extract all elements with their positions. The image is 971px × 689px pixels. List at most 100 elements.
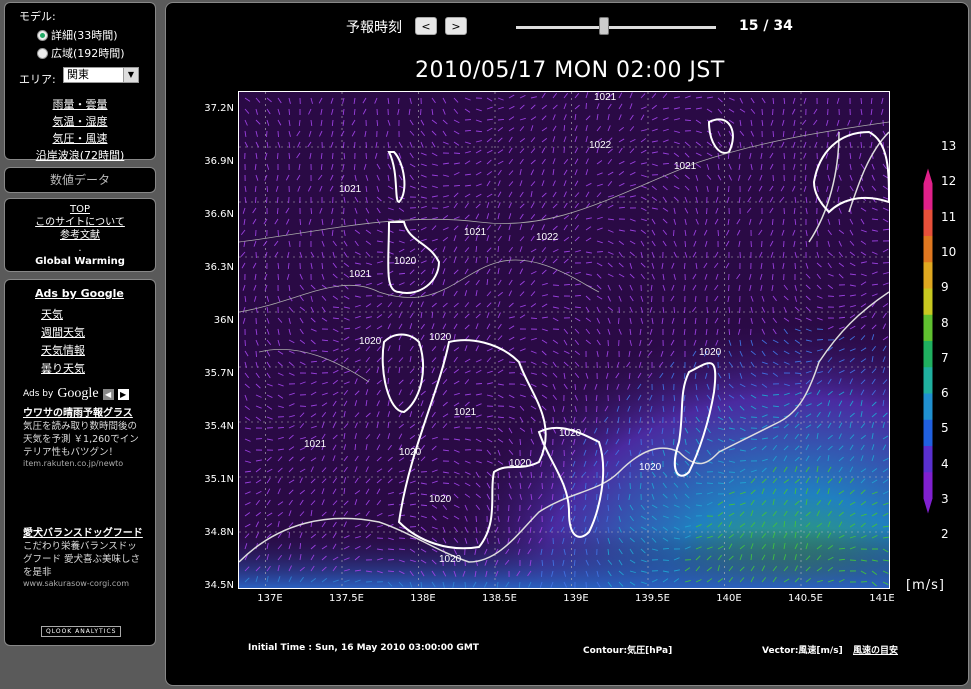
prev-arrow-icon[interactable]: ◀ xyxy=(102,388,114,400)
area-select-value: 関東 xyxy=(67,68,89,81)
colorbar-segment xyxy=(923,262,933,289)
x-tick-label: 137.5E xyxy=(329,593,364,604)
vector-legend: Vector:風速[m/s] xyxy=(762,646,843,656)
contour-label: 1022 xyxy=(536,232,559,243)
next-button[interactable]: > xyxy=(445,17,467,35)
next-arrow-icon[interactable]: ▶ xyxy=(117,388,129,400)
y-tick-label: 34.5N xyxy=(204,580,234,591)
ad-glass[interactable]: ウワサの晴雨予報グラス 気圧を読み取り数時間後の天気を予測 ￥1,260でインテ… xyxy=(23,408,143,468)
colorbar-segment xyxy=(923,446,933,473)
contour-label: 1021 xyxy=(674,161,697,172)
model-option-wide[interactable]: 広域(192時間) xyxy=(37,45,125,61)
colorbar-segment xyxy=(923,419,933,447)
colorbar-label: 11 xyxy=(941,209,957,224)
colorbar-label: 3 xyxy=(941,492,949,506)
x-tick-label: 139.5E xyxy=(635,593,670,604)
contour-label: 1021 xyxy=(464,227,487,238)
colorbar xyxy=(923,168,933,514)
x-tick-label: 139E xyxy=(563,593,589,604)
x-tick-label: 140.5E xyxy=(788,593,823,604)
time-slider[interactable] xyxy=(516,26,716,29)
ad-body: 気圧を読み取り数時間後の天気を予測 ￥1,260でインテリア性もバツグン！ xyxy=(23,421,139,458)
link-references[interactable]: 参考文献 xyxy=(60,230,100,241)
ad-headline[interactable]: ウワサの晴雨予報グラス xyxy=(23,408,143,420)
contour-label: 1020 xyxy=(429,332,452,343)
ad-link-weather[interactable]: 天気 xyxy=(41,306,63,322)
model-option-label: 広域(192時間) xyxy=(51,47,125,60)
ad-link-weekly[interactable]: 週間天気 xyxy=(41,324,85,340)
menu-link-waves[interactable]: 沿岸波浪(72時間) xyxy=(36,149,125,162)
ad-link-cloudy[interactable]: 曇り天気 xyxy=(41,360,85,376)
contour-label: 1020 xyxy=(394,256,417,267)
contour-label: 1020 xyxy=(509,458,532,469)
y-tick-label: 35.1N xyxy=(204,474,234,485)
colorbar-segment xyxy=(923,183,933,211)
contour-legend: Contour:気圧[hPa] xyxy=(583,646,673,656)
y-tick-label: 37.2N xyxy=(204,103,234,114)
wind-guide-link[interactable]: 風速の目安 xyxy=(853,643,898,656)
forecast-time-label: 予報時刻 xyxy=(346,20,402,36)
contour-label: 1020 xyxy=(639,462,662,473)
frame-counter: 15 / 34 xyxy=(739,18,793,34)
chevron-down-icon[interactable]: ▼ xyxy=(123,68,138,82)
x-tick-label: 141E xyxy=(869,593,895,604)
forecast-panel: 予報時刻 < > 15 / 34 2010/05/17 MON 02:00 JS… xyxy=(165,2,969,686)
y-tick-label: 36.9N xyxy=(204,156,234,167)
ads-title[interactable]: Ads by Google xyxy=(35,287,124,300)
colorbar-label: 2 xyxy=(941,527,949,542)
google-logo: Google xyxy=(57,386,99,401)
contour-label: 1020 xyxy=(439,554,462,565)
contour-label: 1020 xyxy=(399,447,422,458)
area-select[interactable]: 関東 ▼ xyxy=(63,67,139,83)
ad-link-info[interactable]: 天気情報 xyxy=(41,342,85,358)
colorbar-label: 7 xyxy=(941,350,949,365)
prev-button[interactable]: < xyxy=(415,17,437,35)
menu-link-rain[interactable]: 雨量・雲量 xyxy=(53,98,108,111)
numeric-data-panel[interactable]: 数値データ xyxy=(4,167,156,193)
link-about[interactable]: このサイトについて xyxy=(35,217,125,228)
contour-label: 1021 xyxy=(339,184,362,195)
ad-headline[interactable]: 愛犬バランスドッグフード xyxy=(23,528,143,540)
menu-link-temp[interactable]: 気温・湿度 xyxy=(53,115,108,128)
y-tick-label: 36.6N xyxy=(204,209,234,220)
ad-url[interactable]: item.rakuten.co.jp/newto xyxy=(23,459,143,468)
y-tick-label: 35.4N xyxy=(204,421,234,432)
link-global-warming[interactable]: Global Warming xyxy=(35,256,125,267)
ad-url[interactable]: www.sakurasow-corgi.com xyxy=(23,579,143,588)
weather-map-svg: 1021 1022 1021 1021 1021 1022 1020 1021 1020 1020… xyxy=(239,92,889,588)
numeric-data-label[interactable]: 数値データ xyxy=(5,168,155,192)
area-label: エリア: xyxy=(19,73,56,86)
radio-selected-icon[interactable] xyxy=(37,29,48,41)
contour-label: 1020 xyxy=(559,428,582,439)
colorbar-units: [m/s] xyxy=(906,578,945,593)
y-tick-label: 35.7N xyxy=(204,368,234,379)
ads-by-label: Ads by xyxy=(23,389,54,399)
colorbar-label: 13 xyxy=(941,139,957,153)
colorbar-segment xyxy=(923,236,933,263)
colorbar-label: 10 xyxy=(941,244,957,259)
colorbar-segment xyxy=(923,288,933,316)
model-option-detail[interactable]: 詳細(33時間) xyxy=(37,27,118,43)
menu-link-pressure[interactable]: 気圧・風速 xyxy=(53,132,108,145)
radio-icon[interactable] xyxy=(37,47,48,59)
colorbar-segment xyxy=(923,341,933,368)
colorbar-label: 12 xyxy=(941,174,957,189)
initial-time: Initial Time : Sun, 16 May 2010 03:00:00… xyxy=(248,643,479,653)
ads-panel: Ads by Google 天気 週間天気 天気情報 曇り天気 Ads by G… xyxy=(4,279,156,646)
ad-dogfood[interactable]: 愛犬バランスドッグフード こだわり栄養バランスドッグフード 愛犬喜ぶ美味しさを是… xyxy=(23,528,143,588)
colorbar-top-arrow xyxy=(923,168,933,184)
y-tick-label: 34.8N xyxy=(204,527,234,538)
analytics-badge[interactable]: QLOOK ANALYTICS xyxy=(41,626,122,637)
colorbar-segment xyxy=(923,314,933,342)
colorbar-segment xyxy=(923,472,933,499)
time-slider-thumb[interactable] xyxy=(599,17,609,35)
model-panel: モデル: 詳細(33時間) 広域(192時間) エリア: 関東 ▼ 雨量・雲量 … xyxy=(4,2,156,162)
contour-label: 1021 xyxy=(349,269,372,280)
colorbar-segment xyxy=(923,367,933,394)
link-separator: . xyxy=(78,243,82,254)
colorbar-label: 9 xyxy=(941,280,949,295)
link-top[interactable]: TOP xyxy=(70,204,90,215)
x-tick-label: 138.5E xyxy=(482,593,517,604)
colorbar-label: 5 xyxy=(941,421,949,436)
model-option-label: 詳細(33時間) xyxy=(51,29,118,42)
